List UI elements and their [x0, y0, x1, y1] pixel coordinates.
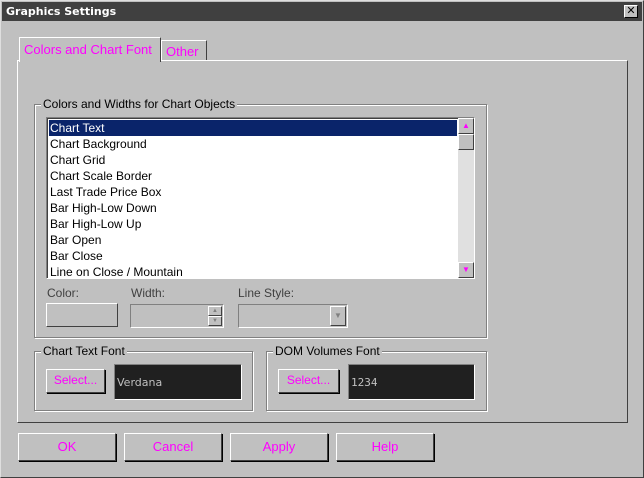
tab-colors-and-chart-font[interactable]: Colors and Chart Font	[19, 37, 161, 62]
line-style-dropdown[interactable]: ▼	[238, 304, 348, 328]
cancel-button[interactable]: Cancel	[124, 433, 222, 461]
list-item[interactable]: Line on Close / Mountain	[49, 264, 457, 278]
scroll-down-button[interactable]: ▼	[458, 262, 474, 278]
chart-objects-listbox[interactable]: Chart Text Chart Background Chart Grid C…	[46, 117, 475, 279]
list-item[interactable]: Last Trade Price Box	[49, 184, 457, 200]
spin-up-button[interactable]: ▲	[208, 306, 222, 316]
list-item[interactable]: Bar High-Low Down	[49, 200, 457, 216]
chart-text-font-preview: Verdana	[114, 364, 242, 400]
group-label: DOM Volumes Font	[273, 344, 382, 358]
tab-other[interactable]: Other	[161, 40, 207, 61]
color-label: Color:	[47, 286, 80, 300]
tab-label: Other	[166, 44, 199, 59]
dropdown-button[interactable]: ▼	[330, 306, 346, 326]
tab-label: Colors and Chart Font	[24, 42, 152, 57]
chart-objects-list: Chart Text Chart Background Chart Grid C…	[49, 120, 457, 278]
list-item[interactable]: Chart Text	[49, 120, 457, 136]
dom-volumes-font-preview: 1234	[348, 364, 475, 400]
graphics-settings-dialog: Graphics Settings ✕ Colors and Chart Fon…	[0, 0, 644, 478]
line-style-label: Line Style:	[238, 286, 295, 300]
group-label: Chart Text Font	[41, 344, 127, 358]
list-item[interactable]: Bar High-Low Up	[49, 216, 457, 232]
width-label: Width:	[131, 286, 166, 300]
triangle-up-icon: ▲	[462, 121, 470, 130]
triangle-down-icon: ▼	[212, 318, 218, 324]
dom-volumes-font-select-button[interactable]: Select...	[278, 369, 339, 393]
list-item[interactable]: Chart Scale Border	[49, 168, 457, 184]
list-scrollbar[interactable]: ▲ ▼	[458, 118, 474, 278]
apply-button[interactable]: Apply	[230, 433, 328, 461]
chevron-down-icon: ▼	[334, 311, 342, 320]
chart-text-font-select-button[interactable]: Select...	[46, 369, 105, 393]
window-title: Graphics Settings	[6, 5, 117, 18]
spinner-buttons: ▲ ▼	[208, 306, 222, 326]
list-item[interactable]: Chart Grid	[49, 152, 457, 168]
triangle-down-icon: ▼	[462, 265, 470, 274]
list-item[interactable]: Bar Close	[49, 248, 457, 264]
width-spinner[interactable]: ▲ ▼	[130, 304, 224, 328]
spin-down-button[interactable]: ▼	[208, 316, 222, 326]
close-icon: ✕	[626, 4, 636, 17]
help-button[interactable]: Help	[336, 433, 434, 461]
scroll-thumb[interactable]	[458, 134, 474, 150]
group-label: Colors and Widths for Chart Objects	[41, 97, 238, 111]
triangle-up-icon: ▲	[212, 308, 218, 314]
close-button[interactable]: ✕	[624, 5, 638, 18]
title-bar[interactable]: Graphics Settings ✕	[2, 2, 642, 21]
list-item[interactable]: Bar Open	[49, 232, 457, 248]
scroll-up-button[interactable]: ▲	[458, 118, 474, 134]
ok-button[interactable]: OK	[18, 433, 116, 461]
list-item[interactable]: Chart Background	[49, 136, 457, 152]
color-button[interactable]	[46, 303, 118, 327]
